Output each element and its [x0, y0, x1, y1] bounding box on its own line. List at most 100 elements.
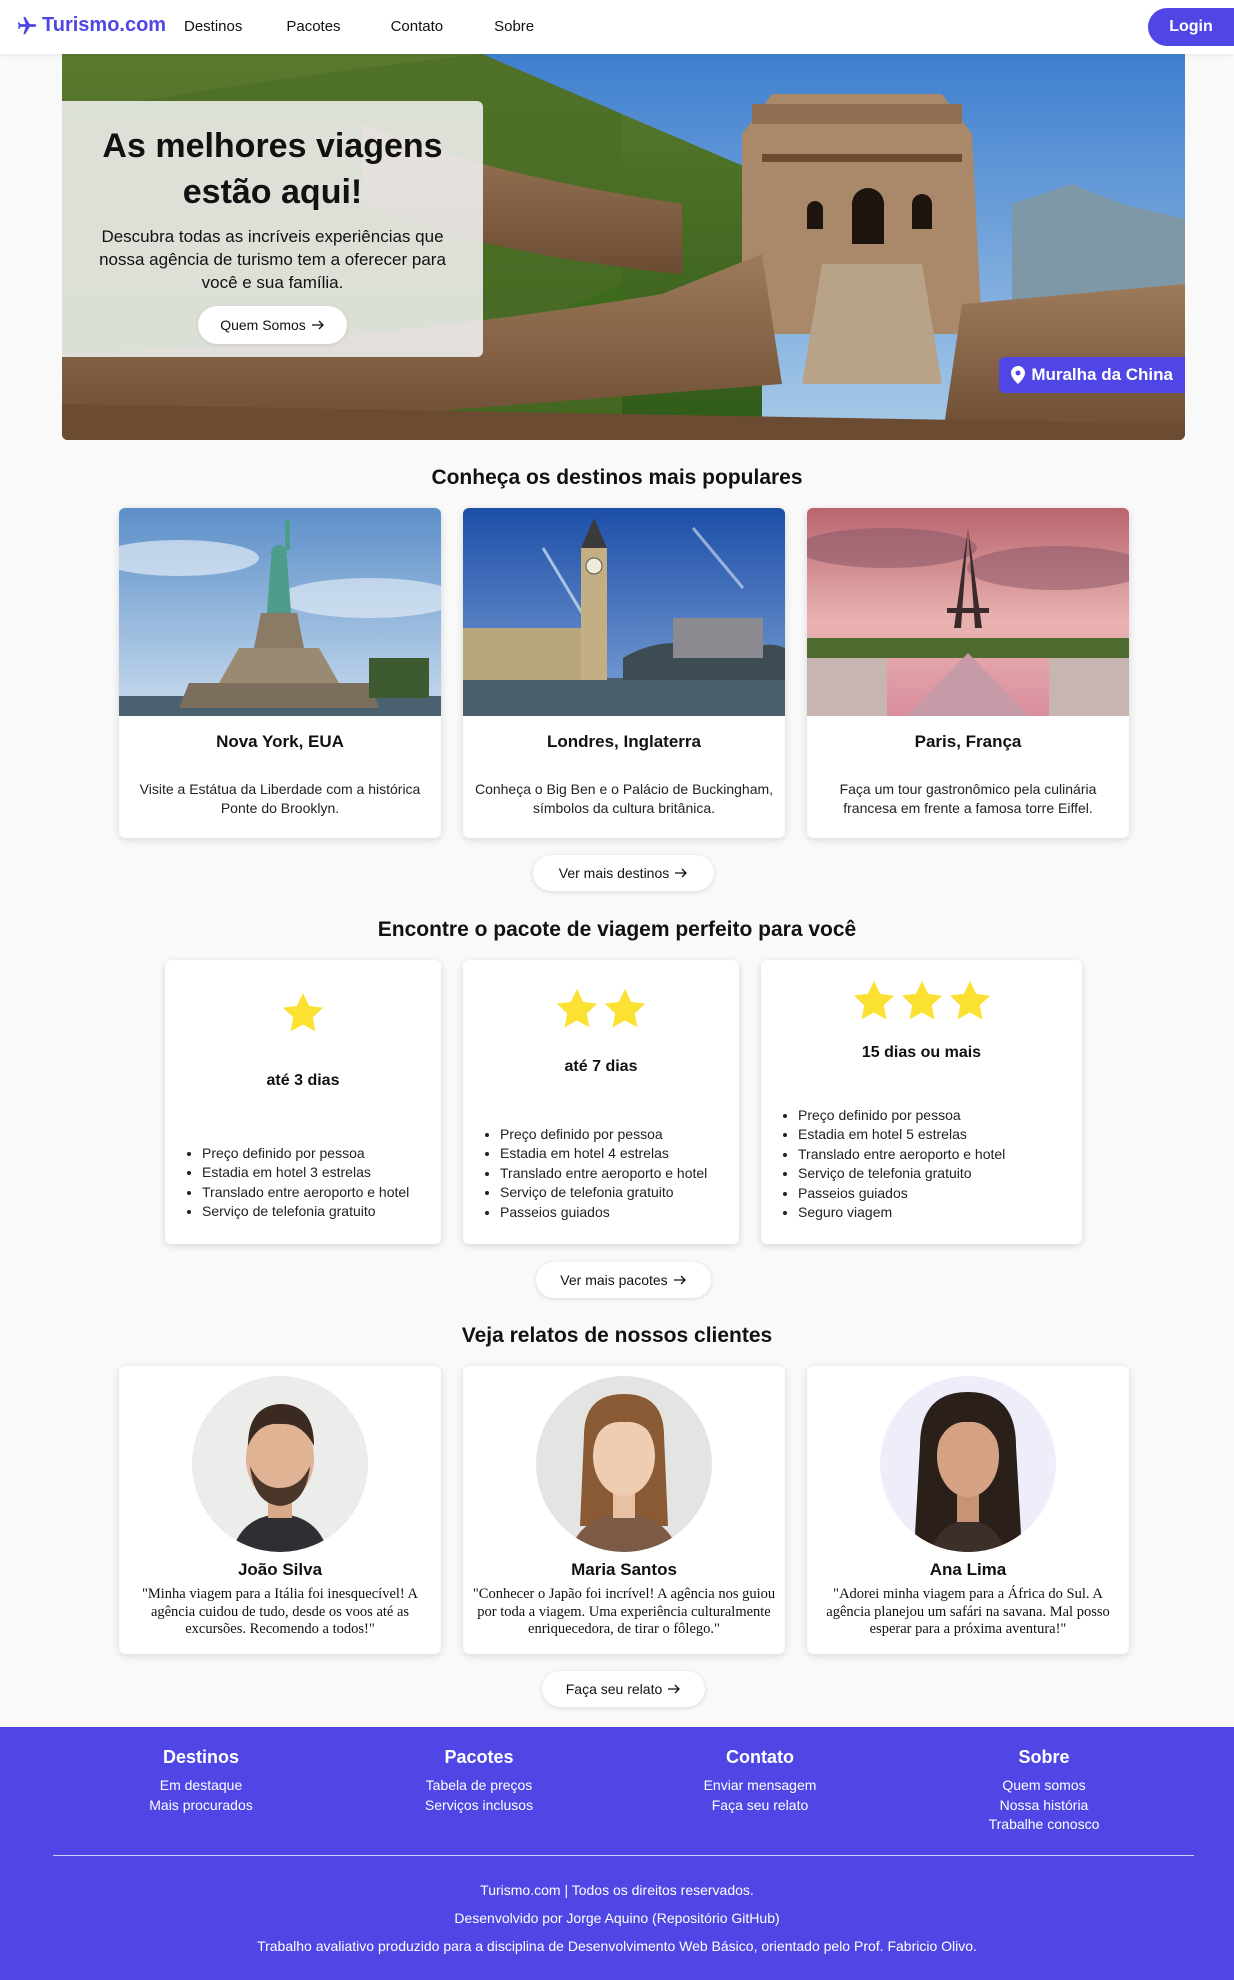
quem-somos-button[interactable]: Quem Somos [198, 306, 347, 344]
ver-mais-pacotes-button[interactable]: Ver mais pacotes [536, 1262, 711, 1298]
avatar [880, 1376, 1056, 1552]
destination-card[interactable]: Nova York, EUA Visite a Estátua da Liber… [119, 508, 441, 838]
package-stars [761, 978, 1082, 1024]
star-icon [604, 988, 646, 1028]
star-icon [949, 980, 990, 1020]
package-feature: Preço definido por pessoa [500, 1125, 707, 1144]
avatar [536, 1376, 712, 1552]
arrow-right-icon [311, 320, 324, 330]
navbar: Turismo.com Destinos Pacotes Contato Sob… [0, 0, 1234, 54]
nav-link-contato[interactable]: Contato [391, 18, 444, 35]
brand-logo[interactable]: Turismo.com [16, 14, 166, 37]
footer-link[interactable]: Tabela de preços [379, 1776, 579, 1796]
footer-divider [53, 1855, 1194, 1856]
footer-link[interactable]: Faça seu relato [660, 1796, 860, 1816]
footer-column-title: Sobre [1018, 1747, 1070, 1767]
testimonial-text: "Conhecer o Japão foi incrível! A agênci… [472, 1586, 776, 1637]
destination-description: Conheça o Big Ben e o Palácio de Bucking… [474, 781, 774, 816]
star-icon [556, 988, 598, 1028]
destination-description: Faça um tour gastronômico pela culinária… [839, 781, 1097, 816]
package-stars [463, 986, 739, 1032]
star-icon [282, 992, 324, 1032]
login-button[interactable]: Login [1148, 8, 1234, 46]
nav-link-sobre[interactable]: Sobre [494, 18, 534, 35]
testimonial-card: Maria Santos "Conhecer o Japão foi incrí… [463, 1366, 785, 1654]
footer-column-contato: Contato Enviar mensagem Faça seu relato [660, 1747, 860, 1815]
footer-column-title: Pacotes [444, 1747, 514, 1767]
arrow-right-icon [673, 1275, 686, 1285]
package-features: Preço definido por pessoa Estadia em hot… [202, 1144, 409, 1222]
package-name: até 3 dias [266, 1072, 340, 1089]
footer-link[interactable]: Mais procurados [101, 1796, 301, 1816]
hero-subtitle: Descubra todas as incríveis experiências… [99, 227, 446, 292]
location-tag-label: Muralha da China [1031, 365, 1173, 384]
nav-link-destinos[interactable]: Destinos [184, 18, 242, 35]
footer-copyright: Turismo.com | Todos os direitos reservad… [480, 1882, 754, 1898]
testimonial-name: João Silva [237, 1560, 323, 1579]
destination-name: Paris, França [914, 732, 1022, 751]
footer-column-title: Contato [726, 1747, 794, 1767]
footer-link[interactable]: Enviar mensagem [660, 1776, 860, 1796]
package-feature: Estadia em hotel 4 estrelas [500, 1144, 707, 1163]
destination-description: Visite a Estátua da Liberdade com a hist… [139, 781, 421, 816]
map-pin-icon [1011, 366, 1026, 384]
footer-column-sobre: Sobre Quem somos Nossa história Trabalhe… [944, 1747, 1144, 1835]
testimonial-name: Maria Santos [571, 1560, 677, 1579]
arrow-right-icon [675, 868, 688, 878]
destination-card[interactable]: Paris, França Faça um tour gastronômico … [807, 508, 1129, 838]
footer-column-pacotes: Pacotes Tabela de preços Serviços inclus… [379, 1747, 579, 1815]
package-name: 15 dias ou mais [861, 1044, 982, 1061]
package-feature: Translado entre aeroporto e hotel [798, 1145, 1005, 1164]
quem-somos-label: Quem Somos [220, 317, 306, 333]
package-card[interactable]: 15 dias ou mais Preço definido por pesso… [761, 960, 1082, 1244]
footer-link[interactable]: Serviços inclusos [379, 1796, 579, 1816]
footer-developer[interactable]: Desenvolvido por Jorge Aquino (Repositór… [0, 1910, 1234, 1926]
package-feature: Serviço de telefonia gratuito [500, 1183, 707, 1202]
star-icon [901, 980, 942, 1020]
package-feature: Preço definido por pessoa [202, 1144, 409, 1163]
footer-link[interactable]: Em destaque [101, 1776, 301, 1796]
package-feature: Preço definido por pessoa [798, 1106, 1005, 1125]
package-features: Preço definido por pessoa Estadia em hot… [798, 1106, 1005, 1222]
star-icon [853, 980, 894, 1020]
hero-overlay-card: As melhores viagens estão aqui! Descubra… [62, 101, 483, 357]
destination-card[interactable]: Londres, Inglaterra Conheça o Big Ben e … [463, 508, 785, 838]
footer: Destinos Em destaque Mais procurados Pac… [0, 1727, 1234, 1980]
ver-mais-destinos-label: Ver mais destinos [558, 865, 670, 881]
ver-mais-pacotes-label: Ver mais pacotes [560, 1272, 668, 1288]
arrow-right-icon [668, 1684, 681, 1694]
hero-title: As melhores viagens estão aqui! [102, 127, 443, 211]
footer-link[interactable]: Quem somos [944, 1776, 1144, 1796]
destination-name: Londres, Inglaterra [547, 732, 701, 751]
package-card[interactable]: até 3 dias Preço definido por pessoa Est… [165, 960, 441, 1244]
plane-icon [17, 16, 37, 34]
testimonial-text: "Adorei minha viagem para a África do Su… [826, 1586, 1110, 1637]
package-feature: Serviço de telefonia gratuito [202, 1202, 409, 1221]
ver-mais-destinos-button[interactable]: Ver mais destinos [533, 855, 714, 891]
testimonial-name: Ana Lima [929, 1560, 1007, 1579]
brand-name: Turismo.com [42, 14, 167, 36]
testimonial-card: Ana Lima "Adorei minha viagem para a Áfr… [807, 1366, 1129, 1654]
destinations-title: Conheça os destinos mais populares [431, 466, 803, 489]
nav-links: Destinos Pacotes Contato Sobre [184, 18, 578, 35]
destination-name: Nova York, EUA [216, 732, 344, 751]
destination-image-paris [807, 508, 1129, 716]
packages-title: Encontre o pacote de viagem perfeito par… [377, 918, 857, 941]
package-feature: Serviço de telefonia gratuito [798, 1164, 1005, 1183]
package-feature: Estadia em hotel 3 estrelas [202, 1163, 409, 1182]
testimonial-card: João Silva "Minha viagem para a Itália f… [119, 1366, 441, 1654]
faca-seu-relato-label: Faça seu relato [565, 1681, 663, 1697]
footer-credits: Trabalho avaliativo produzido para a dis… [257, 1938, 977, 1954]
package-features: Preço definido por pessoa Estadia em hot… [500, 1125, 707, 1222]
package-feature: Passeios guiados [500, 1203, 707, 1222]
package-name: até 7 dias [564, 1058, 638, 1075]
faca-seu-relato-button[interactable]: Faça seu relato [542, 1671, 705, 1707]
package-feature: Translado entre aeroporto e hotel [202, 1183, 409, 1202]
footer-link[interactable]: Trabalhe conosco [944, 1815, 1144, 1835]
package-card[interactable]: até 7 dias Preço definido por pessoa Est… [463, 960, 739, 1244]
nav-link-pacotes[interactable]: Pacotes [286, 18, 340, 35]
destination-image-london [463, 508, 785, 716]
footer-link[interactable]: Nossa história [944, 1796, 1144, 1816]
footer-column-destinos: Destinos Em destaque Mais procurados [101, 1747, 301, 1815]
testimonials-title: Veja relatos de nossos clientes [461, 1324, 773, 1347]
